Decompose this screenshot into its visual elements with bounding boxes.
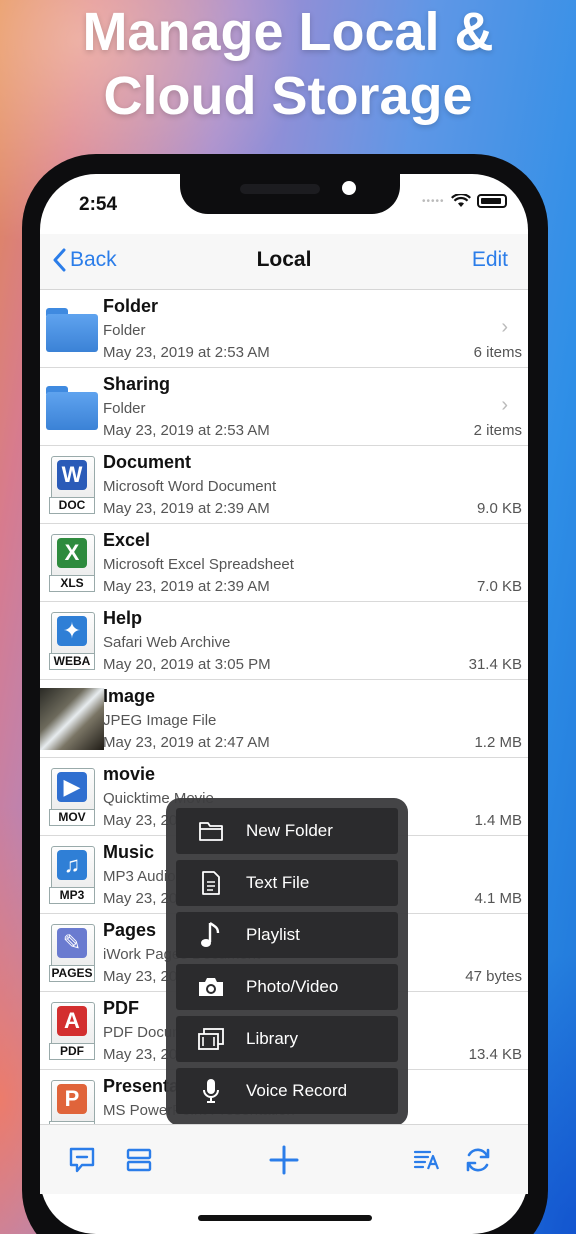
list-view-button[interactable]	[122, 1143, 156, 1177]
file-size: 6 items	[473, 344, 522, 361]
file-size: 4.1 MB	[474, 890, 522, 907]
menu-item-voice-record[interactable]: Voice Record	[176, 1068, 398, 1114]
file-type: Microsoft Word Document	[103, 478, 277, 495]
folder-icon	[46, 378, 98, 436]
headline-line-2: Cloud Storage	[103, 66, 473, 126]
file-row[interactable]: Image JPEG Image File May 23, 2019 at 2:47…	[40, 680, 528, 758]
file-date: May 23, 2019 at 2:47 AM	[103, 734, 270, 751]
text-file-icon	[176, 860, 246, 906]
wifi-icon	[450, 194, 471, 207]
file-size: 7.0 KB	[476, 578, 522, 595]
sort-icon	[413, 1150, 440, 1170]
pdf-icon: A PDF	[46, 1002, 98, 1060]
safari-weba-icon: ✦ WEBA	[46, 612, 98, 670]
file-date: May 23, 2019 at 2:39 AM	[103, 500, 270, 517]
menu-item-label: New Folder	[246, 821, 333, 840]
comment-button[interactable]	[65, 1143, 99, 1177]
status-time: 2:54	[79, 194, 118, 215]
file-name: Excel	[103, 530, 151, 550]
folder-outline-icon	[176, 808, 246, 854]
status-icons: •••••	[422, 194, 507, 208]
comment-icon	[69, 1147, 95, 1173]
file-name: Help	[103, 608, 143, 628]
add-popup-menu: New Folder Text File Playlist Photo/Video Li…	[166, 798, 408, 1138]
file-size: 1.2 MB	[474, 734, 522, 751]
chevron-right-icon: ›	[501, 316, 508, 338]
promo-headline: Manage Local & Cloud Storage	[0, 0, 576, 128]
sync-icon	[466, 1148, 490, 1172]
file-size: 9.0 KB	[476, 500, 522, 517]
file-name: Image	[103, 686, 156, 706]
headline-line-1: Manage Local &	[82, 2, 494, 62]
menu-item-label: Library	[246, 1029, 298, 1048]
signal-dots-icon: •••••	[422, 195, 445, 207]
file-name: Sharing	[103, 374, 171, 394]
word-doc-icon: W DOC	[46, 456, 98, 514]
file-type: Safari Web Archive	[103, 634, 231, 651]
sync-button[interactable]	[461, 1143, 495, 1177]
folder-icon	[46, 300, 98, 358]
sort-button[interactable]	[410, 1143, 444, 1177]
file-row[interactable]: Sharing Folder May 23, 2019 at 2:53 AM 2 it…	[40, 368, 528, 446]
front-camera	[342, 181, 356, 195]
file-size: 31.4 KB	[468, 656, 522, 673]
image-thumbnail	[40, 688, 104, 750]
chevron-right-icon: ›	[501, 394, 508, 416]
music-mp3-icon: ♫ MP3	[46, 846, 98, 904]
back-button[interactable]: Back	[52, 248, 117, 272]
pages-icon: ✎ PAGES	[46, 924, 98, 982]
excel-xls-icon: X XLS	[46, 534, 98, 592]
file-size: 47 bytes	[465, 968, 522, 985]
edit-button[interactable]: Edit	[472, 248, 508, 272]
phone-notch	[180, 174, 400, 214]
file-type: Folder	[103, 322, 146, 339]
file-row[interactable]: W DOC Document Microsoft Word Document May 2…	[40, 446, 528, 524]
music-note-icon	[176, 912, 246, 958]
menu-item-label: Playlist	[246, 925, 300, 944]
file-size: 13.4 KB	[468, 1046, 522, 1063]
home-indicator[interactable]	[198, 1215, 372, 1221]
file-date: May 23, 2019 at 2:53 AM	[103, 344, 270, 361]
menu-item-library[interactable]: Library	[176, 1016, 398, 1062]
movie-mov-icon: ▶ MOV	[46, 768, 98, 826]
file-name: movie	[103, 764, 156, 784]
menu-item-text-file[interactable]: Text File	[176, 860, 398, 906]
file-date: May 23, 2019 at 2:39 AM	[103, 578, 270, 595]
add-button[interactable]	[267, 1143, 301, 1177]
file-row[interactable]: Folder Folder May 23, 2019 at 2:53 AM 6 ite…	[40, 290, 528, 368]
microphone-icon	[176, 1068, 246, 1114]
menu-item-label: Voice Record	[246, 1081, 348, 1100]
library-icon	[176, 1016, 246, 1062]
menu-item-playlist[interactable]: Playlist	[176, 912, 398, 958]
camera-icon	[176, 964, 246, 1010]
menu-item-label: Photo/Video	[246, 977, 339, 996]
menu-item-new-folder[interactable]: New Folder	[176, 808, 398, 854]
file-name: Folder	[103, 296, 159, 316]
file-name: Pages	[103, 920, 157, 940]
bottom-toolbar	[40, 1124, 528, 1194]
list-view-icon	[126, 1148, 152, 1172]
back-label: Back	[70, 248, 117, 271]
file-row[interactable]: X XLS Excel Microsoft Excel Spreadsheet May …	[40, 524, 528, 602]
file-date: May 23, 2019 at 2:53 AM	[103, 422, 270, 439]
file-type: JPEG Image File	[103, 712, 217, 729]
file-date: May 20, 2019 at 3:05 PM	[103, 656, 271, 673]
file-type: Microsoft Excel Spreadsheet	[103, 556, 294, 573]
file-size: 2 items	[473, 422, 522, 439]
navigation-bar: Back Local Edit	[40, 234, 528, 290]
file-size: 1.4 MB	[474, 812, 522, 829]
add-icon	[269, 1145, 299, 1175]
file-row[interactable]: ✦ WEBA Help Safari Web Archive May 20, 2019 …	[40, 602, 528, 680]
chevron-left-icon	[53, 248, 66, 272]
file-name: Music	[103, 842, 155, 862]
file-name: Document	[103, 452, 192, 472]
file-type: Folder	[103, 400, 146, 417]
file-name: PDF	[103, 998, 139, 1018]
menu-item-label: Text File	[246, 873, 310, 892]
battery-icon	[476, 194, 507, 208]
speaker-grille	[240, 184, 320, 194]
menu-item-photo-video[interactable]: Photo/Video	[176, 964, 398, 1010]
